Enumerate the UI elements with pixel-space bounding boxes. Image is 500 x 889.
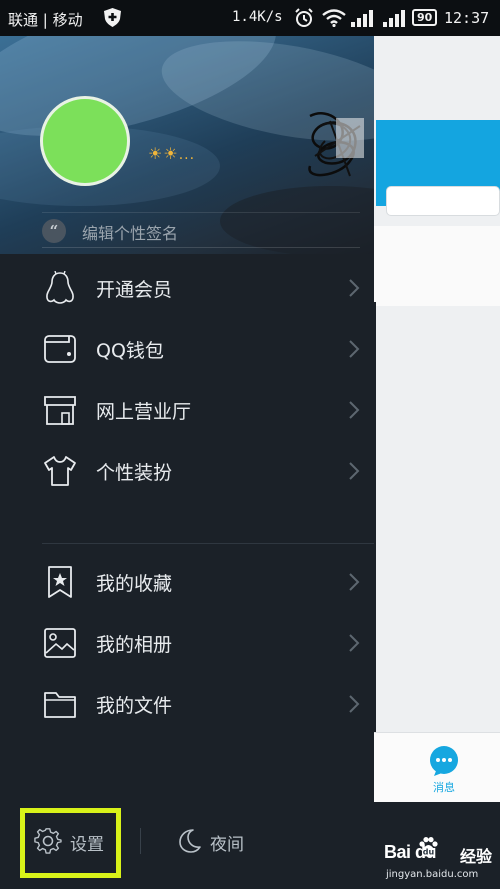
shield-icon: [104, 8, 121, 27]
svg-text:du: du: [423, 848, 435, 857]
tab-messages-label[interactable]: 消息: [424, 779, 464, 795]
drawer-bottom-bar: 设置 夜间: [0, 796, 374, 889]
signal-icon: [351, 10, 373, 27]
signal-icon: [383, 10, 405, 27]
watermark-jingyan: 经验: [460, 847, 493, 866]
chevron-right-icon: [349, 573, 360, 591]
bookmark-star-icon: [48, 566, 72, 598]
level-badges[interactable]: ☀☀...: [148, 144, 195, 163]
store-icon: [44, 396, 76, 425]
redacted-nickname: [308, 112, 364, 177]
menu-item-label: 我的文件: [96, 695, 173, 717]
wallet-icon: [44, 335, 76, 363]
chevron-right-icon: [349, 695, 360, 713]
battery-indicator: 90: [412, 9, 438, 26]
sun-level-icon: ☀☀: [148, 144, 179, 163]
menu-item-favorites[interactable]: 我的收藏: [0, 552, 374, 612]
menu-item-label: 我的相册: [96, 634, 173, 656]
menu-item-album[interactable]: 我的相册: [0, 613, 374, 673]
message-bubble-icon[interactable]: [428, 745, 460, 777]
menu-item-label: 个性装扮: [96, 462, 173, 484]
carrier-label: 联通 | 移动: [8, 11, 83, 29]
level-more: ...: [178, 147, 196, 163]
folder-icon: [44, 692, 76, 718]
drawer-shadow: [374, 302, 376, 732]
moon-icon[interactable]: [176, 827, 202, 853]
wifi-icon: [322, 9, 346, 27]
menu-item-label: 我的收藏: [96, 573, 173, 595]
menu-item-label: QQ钱包: [96, 340, 164, 362]
menu-item-online-store[interactable]: 网上营业厅: [0, 380, 374, 440]
clock: 12:37: [444, 9, 490, 27]
search-box[interactable]: [386, 186, 500, 216]
main-page-peek[interactable]: 消息: [374, 36, 500, 889]
chevron-right-icon: [349, 462, 360, 480]
photo-icon: [44, 628, 76, 658]
avatar[interactable]: [40, 96, 130, 186]
net-speed: 1.4K/s: [232, 9, 283, 25]
main-tab-bar: 消息: [374, 732, 500, 802]
night-mode-button[interactable]: 夜间: [210, 830, 244, 855]
menu-divider: [42, 543, 374, 544]
penguin-icon: [46, 271, 74, 304]
menu-item-label: 网上营业厅: [96, 401, 192, 423]
tshirt-icon: [44, 456, 76, 486]
alarm-icon: [295, 8, 313, 27]
watermark-url: jingyan.baidu.com: [386, 869, 479, 880]
menu-item-label: 开通会员: [96, 279, 173, 301]
menu-item-themes[interactable]: 个性装扮: [0, 441, 374, 501]
settings-button[interactable]: 设置: [70, 830, 104, 855]
baidu-jingyan-watermark: Bai du du 经验 jingyan.baidu.com: [384, 832, 500, 889]
bottom-separator: [140, 828, 141, 854]
status-bar: 联通 | 移动 1.4K/s 90 12:37: [0, 0, 500, 36]
menu-item-wallet[interactable]: QQ钱包: [0, 319, 374, 379]
quote-icon: “: [42, 219, 66, 243]
menu-item-vip[interactable]: 开通会员: [0, 258, 374, 318]
baidu-paw-icon: du: [419, 837, 438, 857]
chevron-right-icon: [349, 401, 360, 419]
chevron-right-icon: [349, 634, 360, 652]
gear-icon[interactable]: [34, 827, 62, 855]
main-content: [374, 226, 500, 306]
chevron-right-icon: [349, 279, 360, 297]
chevron-right-icon: [349, 340, 360, 358]
signature-placeholder: 编辑个性签名: [82, 224, 179, 243]
side-drawer: ☀☀... “ 编辑个性签名 开通会员 QQ钱包 网上营业厅 个性装扮 我的收藏…: [0, 36, 374, 889]
signature-row[interactable]: “ 编辑个性签名: [42, 212, 360, 248]
menu-item-files[interactable]: 我的文件: [0, 674, 374, 734]
